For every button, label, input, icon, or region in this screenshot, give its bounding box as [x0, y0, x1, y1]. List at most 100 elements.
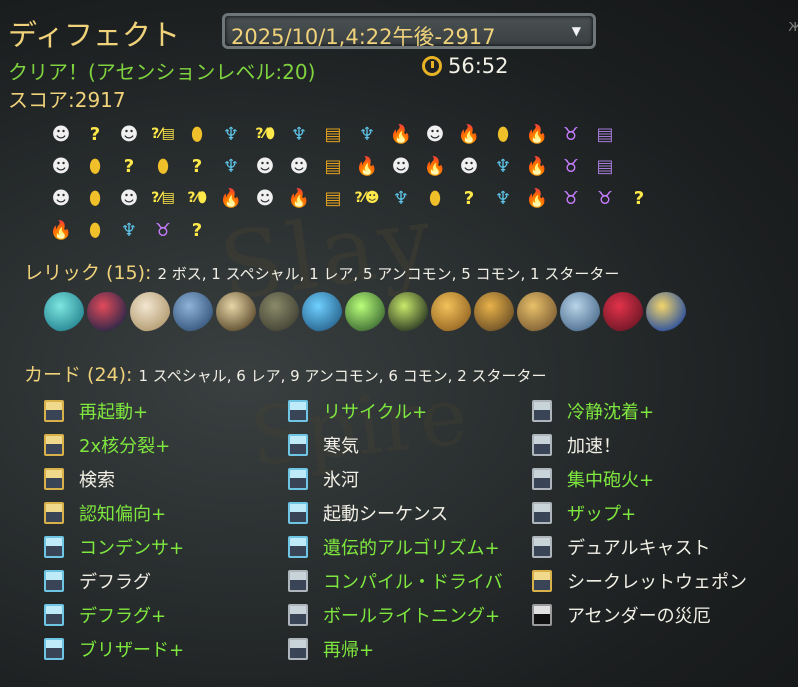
card-entry[interactable]: 認知偏向+: [44, 498, 166, 528]
card-entry[interactable]: 集中砲火+: [532, 464, 654, 494]
boss-node-icon[interactable]: ♉: [588, 182, 622, 214]
rest-node-icon[interactable]: 🔥: [418, 150, 452, 182]
card-entry[interactable]: シークレットウェポン: [532, 566, 747, 596]
chest-node-icon[interactable]: ▤: [316, 118, 350, 150]
monster-node-icon[interactable]: ☻: [44, 182, 78, 214]
card-entry[interactable]: 寒気: [288, 430, 359, 460]
unknown-chest-node-icon[interactable]: ?⁄▤: [146, 118, 180, 150]
egg-relic-icon[interactable]: [130, 292, 170, 332]
orb-relic-icon[interactable]: [44, 292, 84, 332]
rest-node-icon[interactable]: 🔥: [350, 150, 384, 182]
rest-node-icon[interactable]: 🔥: [520, 118, 554, 150]
card-entry[interactable]: デフラグ: [44, 566, 151, 596]
card-entry[interactable]: 検索: [44, 464, 115, 494]
ring-relic-icon[interactable]: [302, 292, 342, 332]
boss-chest-node-icon[interactable]: ▤: [588, 118, 622, 150]
card-name: ボールライトニング+: [323, 606, 501, 627]
card-entry[interactable]: コンパイル・ドライバ: [288, 566, 503, 596]
shop-node-icon[interactable]: ⬮: [418, 182, 452, 214]
crane-relic-icon[interactable]: [474, 292, 514, 332]
unknown-node-icon[interactable]: ?: [180, 150, 214, 182]
mushroom-relic-icon[interactable]: [87, 292, 127, 332]
sundial-relic-icon[interactable]: [517, 292, 557, 332]
potion-relic-icon[interactable]: [603, 292, 643, 332]
elite-node-icon[interactable]: ♆: [486, 150, 520, 182]
monster-node-icon[interactable]: ☻: [384, 150, 418, 182]
elite-node-icon[interactable]: ♆: [384, 182, 418, 214]
chest-node-icon[interactable]: ▤: [316, 182, 350, 214]
rest-node-icon[interactable]: 🔥: [282, 182, 316, 214]
shop-node-icon[interactable]: ⬮: [180, 118, 214, 150]
card-entry[interactable]: ブリザード+: [44, 634, 184, 664]
card-entry[interactable]: ザップ+: [532, 498, 636, 528]
elite-node-icon[interactable]: ♆: [214, 118, 248, 150]
boss-node-icon[interactable]: ♉: [554, 150, 588, 182]
card-entry[interactable]: 氷河: [288, 464, 359, 494]
chest-node-icon[interactable]: ▤: [316, 150, 350, 182]
hourglass-relic-icon[interactable]: [216, 292, 256, 332]
card-entry[interactable]: デフラグ+: [44, 600, 166, 630]
rest-node-icon[interactable]: 🔥: [214, 182, 248, 214]
unknown-node-icon[interactable]: ?: [452, 182, 486, 214]
monster-node-icon[interactable]: ☻: [44, 118, 78, 150]
unknown-node-icon[interactable]: ?: [112, 150, 146, 182]
monster-node-icon[interactable]: ☻: [248, 150, 282, 182]
card-entry[interactable]: 再起動+: [44, 396, 148, 426]
monster-node-icon[interactable]: ☻: [282, 150, 316, 182]
card-name: リサイクル+: [323, 402, 428, 423]
elite-node-icon[interactable]: ♆: [112, 214, 146, 246]
unknown-node-icon[interactable]: ?: [180, 214, 214, 246]
rest-node-icon[interactable]: 🔥: [452, 118, 486, 150]
feather-relic-icon[interactable]: [646, 292, 686, 332]
card-entry[interactable]: アセンダーの災厄: [532, 600, 711, 630]
card-entry[interactable]: 再帰+: [288, 634, 374, 664]
rest-node-icon[interactable]: 🔥: [520, 182, 554, 214]
monster-node-icon[interactable]: ☻: [418, 118, 452, 150]
card-entry[interactable]: コンデンサ+: [44, 532, 184, 562]
elite-node-icon[interactable]: ♆: [350, 118, 384, 150]
card-entry[interactable]: ボールライトニング+: [288, 600, 500, 630]
boss-node-icon[interactable]: ♉: [554, 182, 588, 214]
unknown-monster-node-icon[interactable]: ?⁄☻: [350, 182, 384, 214]
run-select-dropdown[interactable]: 2025/10/1,4:22午後-2917 ▼: [222, 13, 596, 49]
card-entry[interactable]: 遺伝的アルゴリズム+: [288, 532, 500, 562]
card-entry[interactable]: リサイクル+: [288, 396, 427, 426]
beads-relic-icon[interactable]: [560, 292, 600, 332]
elite-node-icon[interactable]: ♆: [282, 118, 316, 150]
elite-node-icon[interactable]: ♆: [486, 182, 520, 214]
shop-node-icon[interactable]: ⬮: [146, 150, 180, 182]
stone-egg-relic-icon[interactable]: [259, 292, 299, 332]
unknown-node-icon[interactable]: ?: [78, 118, 112, 150]
rest-node-icon[interactable]: 🔥: [520, 150, 554, 182]
unknown-shop-node-icon[interactable]: ?⁄⬮: [248, 118, 282, 150]
shop-node-icon[interactable]: ⬮: [78, 150, 112, 182]
monster-node-icon[interactable]: ☻: [452, 150, 486, 182]
rest-node-icon[interactable]: 🔥: [44, 214, 78, 246]
unknown-node-icon[interactable]: ?: [622, 182, 656, 214]
monster-node-icon[interactable]: ☻: [248, 182, 282, 214]
scroll-relic-icon[interactable]: [345, 292, 385, 332]
jar-relic-icon[interactable]: [388, 292, 428, 332]
card-entry[interactable]: 加速！: [532, 430, 621, 460]
unknown-shop-node-icon[interactable]: ?⁄⬮: [180, 182, 214, 214]
rest-node-icon[interactable]: 🔥: [384, 118, 418, 150]
shop-node-icon[interactable]: ⬮: [78, 214, 112, 246]
card-entry[interactable]: 起動シーケンス: [288, 498, 448, 528]
anchor-relic-icon[interactable]: [173, 292, 213, 332]
boss-chest-node-icon[interactable]: ▤: [588, 150, 622, 182]
card-entry[interactable]: 2x核分裂+: [44, 430, 170, 460]
boss-node-icon[interactable]: ♉: [554, 118, 588, 150]
leaf-relic-icon[interactable]: [431, 292, 471, 332]
shop-node-icon[interactable]: ⬮: [486, 118, 520, 150]
card-name: 加速！: [567, 436, 621, 457]
unknown-chest-node-icon[interactable]: ?⁄▤: [146, 182, 180, 214]
card-entry[interactable]: 冷静沈着+: [532, 396, 654, 426]
monster-node-icon[interactable]: ☻: [44, 150, 78, 182]
boss-node-icon[interactable]: ♉: [146, 214, 180, 246]
monster-node-icon[interactable]: ☻: [112, 182, 146, 214]
elite-node-icon[interactable]: ♆: [214, 150, 248, 182]
card-name: 2x核分裂+: [79, 436, 171, 457]
shop-node-icon[interactable]: ⬮: [78, 182, 112, 214]
monster-node-icon[interactable]: ☻: [112, 118, 146, 150]
card-entry[interactable]: デュアルキャスト: [532, 532, 710, 562]
